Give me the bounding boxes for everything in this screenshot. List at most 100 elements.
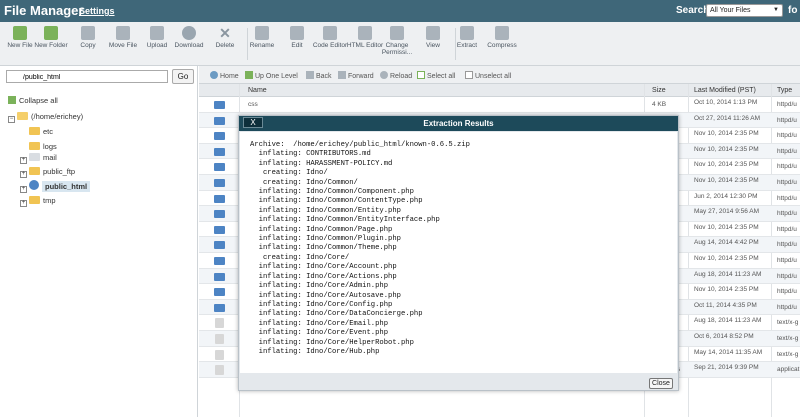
code-editor-button[interactable]: Code Editor: [310, 26, 350, 49]
folder-icon: [214, 132, 225, 141]
file-modified-cell: Oct 11, 2014 4:35 PM: [694, 301, 757, 309]
toolbar-label: New File: [7, 42, 33, 49]
folder-icon: [214, 116, 225, 125]
tree-node-label: etc: [43, 127, 54, 136]
directory-tree-pane: ⌂ Go Collapse all −(/home/erichey) etc l…: [0, 66, 198, 417]
toolbar-label: Change Permissi...: [381, 42, 413, 56]
file-type-cell: httpd/u: [777, 288, 797, 296]
toolbar-label: New Folder: [34, 42, 68, 49]
expand-toggle-icon[interactable]: +: [20, 186, 27, 193]
permissions-icon: [390, 26, 404, 40]
file-type-cell: httpd/u: [777, 241, 797, 249]
search-scope-value: All Your Files: [710, 7, 751, 14]
app-title: File Manager: [4, 3, 84, 18]
file-type-cell: httpd/u: [777, 257, 797, 264]
toolbar-label: Move File: [108, 42, 138, 49]
new-folder-button[interactable]: New Folder: [31, 26, 71, 49]
tree-node-public-html[interactable]: + public_html: [20, 180, 91, 193]
mail-folder-icon: [29, 153, 40, 161]
move-file-icon: [116, 26, 130, 40]
log-line: inflating: Idno/Core/Admin.php: [250, 282, 389, 291]
tree-node-mail[interactable]: + mail: [20, 153, 57, 165]
folder-icon: [214, 101, 225, 109]
forward-button[interactable]: Forward: [338, 71, 374, 80]
tree-node-tmp[interactable]: + tmp: [20, 196, 56, 208]
file-type-cell: httpd/u: [777, 303, 797, 311]
expand-toggle-icon[interactable]: +: [20, 171, 27, 178]
up-one-level-label: Up One Level: [255, 73, 298, 80]
delete-button[interactable]: ✕ Delete: [205, 26, 245, 49]
tree-node-home[interactable]: − (/home/erichey): [8, 112, 83, 124]
permissions-button[interactable]: Change Permissi...: [377, 26, 417, 56]
reload-button[interactable]: Reload: [380, 71, 412, 80]
home-button[interactable]: Home: [210, 71, 239, 80]
extract-button[interactable]: Extract: [447, 26, 487, 49]
navigation-bar: Home Up One Level Back Forward Reload Se…: [199, 66, 800, 84]
close-icon[interactable]: X: [243, 117, 263, 128]
compress-button[interactable]: Compress: [482, 26, 522, 49]
new-folder-icon: [44, 26, 58, 40]
tree-node-public-ftp[interactable]: + public_ftp: [20, 167, 75, 179]
file-icon: [215, 349, 224, 360]
log-line: inflating: Idno/Common/EntityInterface.p…: [250, 216, 440, 225]
collapse-all-link[interactable]: Collapse all: [8, 96, 58, 105]
folder-icon: [214, 194, 225, 203]
log-line: inflating: Idno/Core/HelperRobot.php: [250, 338, 414, 347]
download-icon: [182, 26, 196, 40]
settings-link[interactable]: Settings: [79, 6, 115, 16]
copy-button[interactable]: Copy: [68, 26, 108, 49]
select-all-button[interactable]: Select all: [417, 71, 455, 80]
file-row[interactable]: css 4 KB Oct 10, 2014 1:13 PM httpd/u: [199, 97, 800, 113]
checkbox-empty-icon: [465, 71, 473, 79]
forward-arrow-icon: [338, 71, 346, 79]
close-button[interactable]: Close: [649, 378, 673, 389]
file-list-header: Name Size Last Modified (PST) Type: [199, 84, 800, 97]
log-line: inflating: Idno/Core/Actions.php: [250, 272, 397, 281]
file-type-cell: text/x-g: [777, 350, 799, 358]
folder-icon: [214, 272, 225, 281]
folder-icon: [214, 241, 225, 250]
file-type-cell: applicat: [777, 366, 800, 374]
column-header-name[interactable]: Name: [248, 87, 267, 94]
path-input[interactable]: [6, 70, 168, 83]
search-label: Search: [676, 5, 710, 16]
unselect-all-label: Unselect all: [475, 73, 512, 80]
back-arrow-icon: [306, 71, 314, 79]
collapse-toggle-icon[interactable]: −: [8, 116, 15, 123]
log-line: inflating: Idno/Common/Component.php: [250, 188, 414, 197]
back-button[interactable]: Back: [306, 71, 332, 80]
file-modified-cell: Nov 10, 2014 2:35 PM: [694, 161, 759, 169]
file-size-cell: 4 KB: [652, 101, 667, 108]
column-header-type[interactable]: Type: [777, 87, 792, 94]
search-scope-select[interactable]: All Your Files ▼: [706, 4, 783, 17]
collapse-all-label: Collapse all: [19, 96, 58, 105]
collapse-icon: [8, 96, 16, 104]
tree-node-label: (/home/erichey): [31, 112, 84, 121]
file-type-cell: httpd/u: [777, 132, 797, 140]
file-modified-cell: May 27, 2014 9:56 AM: [694, 208, 760, 216]
file-modified-cell: Jun 2, 2014 12:30 PM: [694, 192, 758, 200]
file-modified-cell: Nov 10, 2014 2:35 PM: [694, 286, 759, 294]
folder-icon: [214, 225, 225, 234]
column-header-size[interactable]: Size: [652, 87, 666, 94]
code-editor-icon: [323, 26, 337, 40]
log-line: inflating: Idno/Common/Page.php: [250, 225, 393, 234]
up-one-level-button[interactable]: Up One Level: [245, 71, 298, 80]
toolbar-label: Download: [174, 42, 204, 49]
folder-icon: [214, 147, 225, 156]
extraction-log[interactable]: Archive: /home/erichey/public_html/known…: [240, 132, 677, 373]
file-modified-cell: Oct 10, 2014 1:13 PM: [694, 99, 758, 106]
expand-toggle-icon[interactable]: +: [20, 200, 27, 207]
reload-label: Reload: [390, 73, 413, 80]
file-type-cell: text/x-g: [777, 319, 799, 327]
tree-node-label: public_html: [42, 181, 91, 192]
download-button[interactable]: Download: [169, 26, 209, 49]
column-header-modified[interactable]: Last Modified (PST): [694, 87, 756, 94]
tree-node-etc[interactable]: etc: [29, 127, 53, 139]
go-button[interactable]: Go: [172, 69, 194, 84]
view-icon: [426, 26, 440, 40]
expand-toggle-icon[interactable]: +: [20, 157, 27, 164]
unselect-all-button[interactable]: Unselect all: [465, 71, 511, 80]
tree-node-label: public_ftp: [43, 167, 76, 176]
rename-button[interactable]: Rename: [242, 26, 282, 49]
